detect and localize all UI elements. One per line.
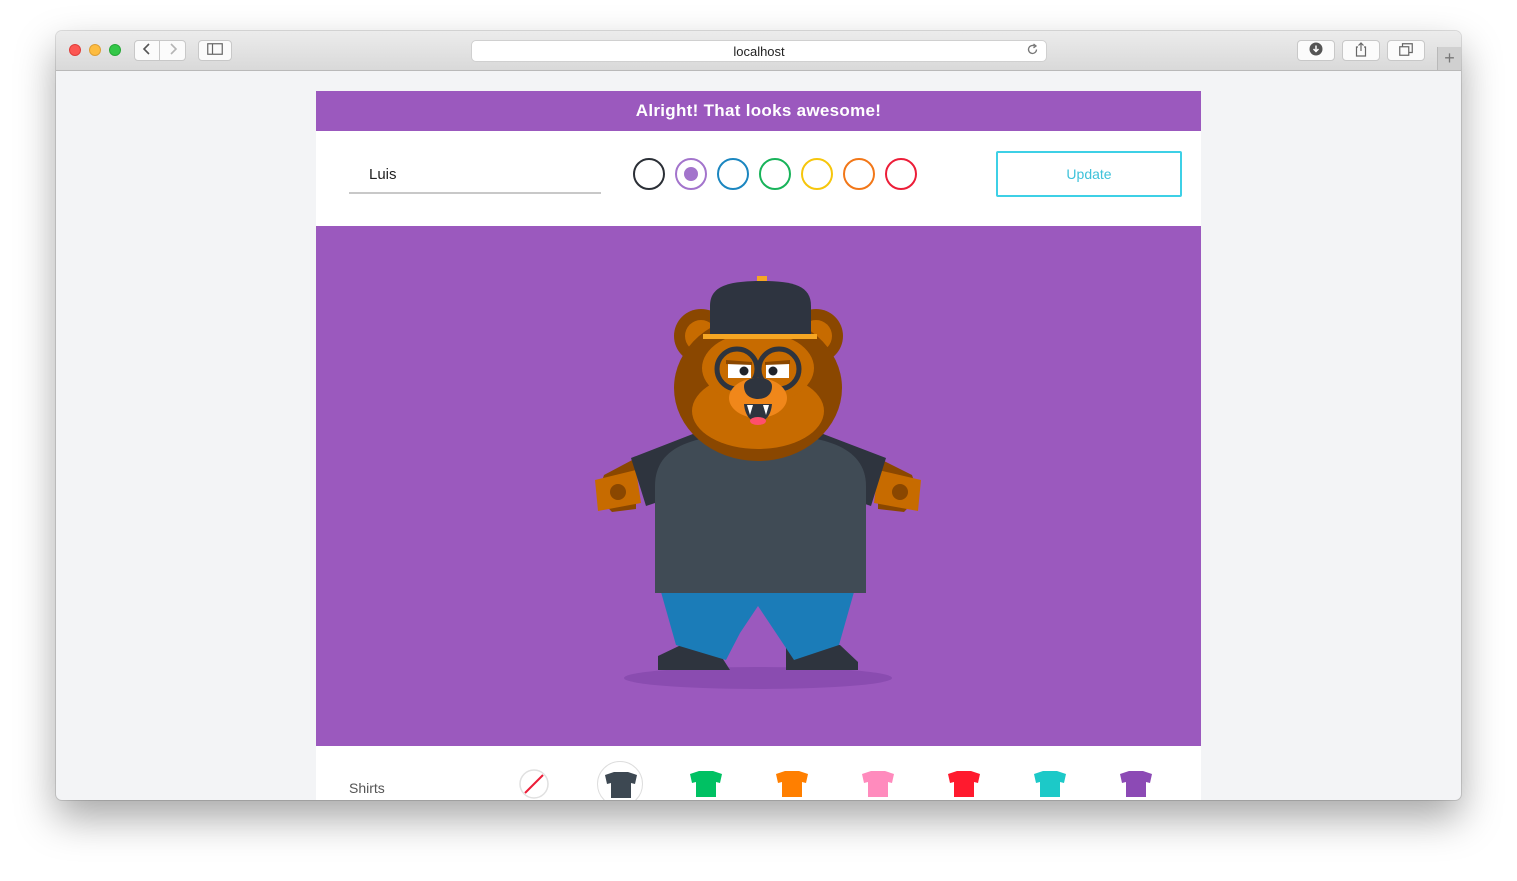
shirt-option-green[interactable]: [683, 761, 729, 800]
color-swatch-orange[interactable]: [843, 158, 875, 190]
sidebar-toggle-button[interactable]: [198, 40, 232, 61]
color-swatch-green[interactable]: [759, 158, 791, 190]
close-window-button[interactable]: [69, 44, 81, 56]
color-swatch-purple[interactable]: [675, 158, 707, 190]
download-icon: [1309, 42, 1323, 59]
cap: [703, 276, 817, 339]
share-icon: [1354, 41, 1368, 60]
shirt-option-purple[interactable]: [1113, 761, 1159, 800]
shirt-icon: [690, 771, 722, 797]
shirt-icon: [776, 771, 808, 797]
items-panel: Shirts: [316, 746, 1201, 800]
url-text: localhost: [733, 43, 785, 59]
tabs-icon: [1399, 42, 1413, 59]
bear-stage: [316, 226, 1201, 746]
name-field-wrapper: [349, 159, 601, 194]
ground-shadow: [624, 667, 892, 689]
chevron-left-icon: [142, 43, 152, 58]
color-swatch-black[interactable]: [633, 158, 665, 190]
shirt-option-red[interactable]: [941, 761, 987, 800]
update-button[interactable]: Update: [996, 151, 1182, 197]
chevron-right-icon: [168, 43, 178, 58]
shirt-icon: [605, 772, 637, 798]
selected-dot: [684, 167, 698, 181]
shirt-option-gray[interactable]: [597, 761, 643, 800]
color-swatch-yellow[interactable]: [801, 158, 833, 190]
color-swatch-red[interactable]: [885, 158, 917, 190]
minimize-window-button[interactable]: [89, 44, 101, 56]
name-input[interactable]: [349, 159, 601, 190]
color-swatch-blue[interactable]: [717, 158, 749, 190]
shirt-option-none[interactable]: [511, 761, 557, 800]
new-tab-button[interactable]: +: [1437, 47, 1461, 70]
share-button[interactable]: [1342, 40, 1380, 61]
reload-icon[interactable]: [1026, 43, 1039, 59]
shirt-icon: [948, 771, 980, 797]
items-section-label: Shirts: [349, 780, 385, 796]
no-shirt-icon: [519, 769, 549, 799]
shirt-option-orange[interactable]: [769, 761, 815, 800]
forward-button[interactable]: [160, 40, 186, 61]
plus-icon: +: [1444, 48, 1455, 68]
address-bar[interactable]: localhost: [471, 40, 1047, 62]
downloads-button[interactable]: [1297, 40, 1335, 61]
browser-titlebar: localhost +: [56, 31, 1461, 71]
page-viewport: Alright! That looks awesome! Update: [56, 71, 1461, 800]
shirt-icon: [1034, 771, 1066, 797]
controls-bar: Update: [316, 131, 1201, 226]
shirt-option-teal[interactable]: [1027, 761, 1073, 800]
sidebar-icon: [207, 43, 223, 58]
browser-window: localhost + Alright! That looks awesome!…: [56, 31, 1461, 800]
maximize-window-button[interactable]: [109, 44, 121, 56]
bear-customizer-app: Alright! That looks awesome! Update: [316, 91, 1201, 800]
bear-illustration: [595, 276, 921, 689]
shirt-icon: [862, 771, 894, 797]
shirt-option-pink[interactable]: [855, 761, 901, 800]
banner-message: Alright! That looks awesome!: [635, 101, 882, 120]
status-banner: Alright! That looks awesome!: [316, 91, 1201, 131]
back-button[interactable]: [134, 40, 160, 61]
shirt-icon: [1120, 771, 1152, 797]
tabs-overview-button[interactable]: [1387, 40, 1425, 61]
